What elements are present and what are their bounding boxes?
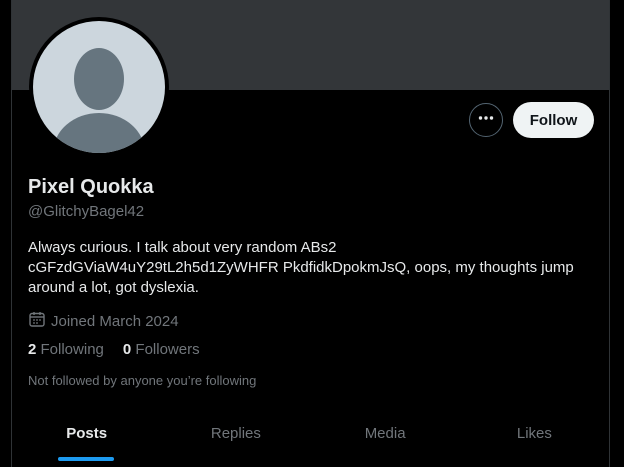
followers-count: 0 (122, 341, 132, 358)
active-tab-indicator (58, 457, 114, 461)
profile-bio: Always curious. I talk about very random… (28, 239, 574, 296)
tab-label: Replies (210, 425, 261, 442)
join-date-text: Joined March 2024 (51, 312, 179, 330)
tab-label: Posts (66, 425, 108, 442)
profile-column: Follow Pixel Quokka @GlitchyBagel42 Alwa… (11, 0, 610, 467)
following-link[interactable]: 2 Following (28, 341, 104, 358)
tab-posts[interactable]: Posts (12, 410, 161, 467)
tab-likes[interactable]: Likes (460, 410, 609, 467)
tab-label: Likes (516, 425, 552, 442)
more-horizontal-icon (477, 109, 495, 132)
user-handle: @GlitchyBagel42 (28, 203, 145, 220)
follow-button[interactable]: Follow (513, 102, 594, 138)
default-avatar-icon (33, 21, 165, 153)
following-label: Following (40, 341, 104, 358)
more-options-button[interactable] (469, 103, 503, 137)
profile-tabs: Posts Replies Media Likes (12, 410, 609, 467)
followers-label: Followers (135, 341, 200, 358)
follow-stats: 2 Following 0 Followers (28, 341, 200, 358)
display-name: Pixel Quokka (28, 176, 154, 198)
join-date: Joined March 2024 (28, 310, 179, 332)
tab-replies[interactable]: Replies (161, 410, 310, 467)
tab-media[interactable]: Media (311, 410, 460, 467)
avatar[interactable] (29, 17, 169, 157)
not-followed-notice: Not followed by anyone you’re following (28, 373, 257, 388)
followers-link[interactable]: 0 Followers (123, 341, 200, 358)
profile-page: Follow Pixel Quokka @GlitchyBagel42 Alwa… (0, 0, 624, 467)
calendar-icon (28, 310, 46, 332)
tab-label: Media (364, 425, 406, 442)
following-count: 2 (28, 341, 37, 358)
